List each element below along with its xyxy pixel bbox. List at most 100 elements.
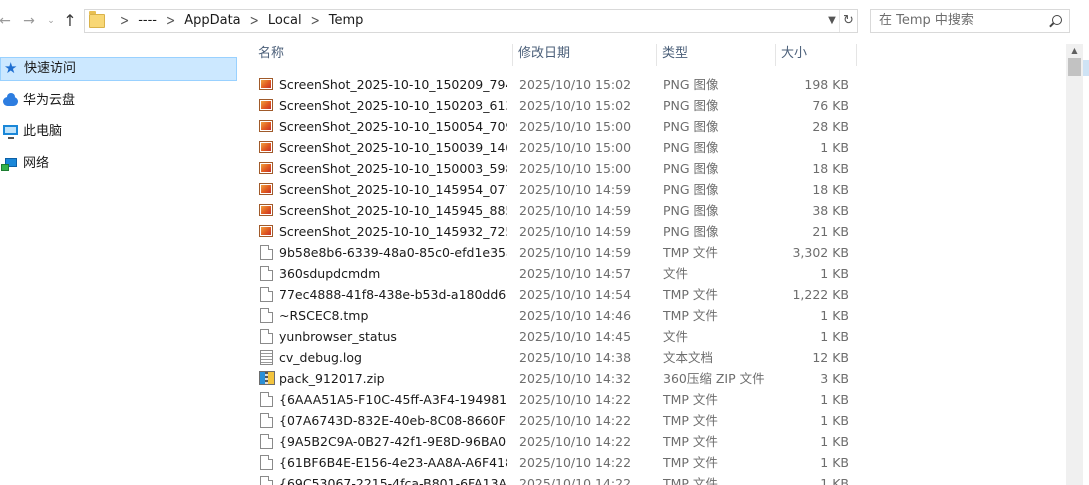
cloud-icon (3, 93, 18, 106)
breadcrumb-item[interactable]: Local (268, 10, 302, 32)
file-row[interactable]: ScreenShot_2025-10-10_145954_077.... 2025… (240, 179, 1066, 200)
file-name: 77ec4888-41f8-438e-b53d-a180dd67... (279, 287, 507, 302)
recent-locations-chevron-icon[interactable]: ⌄ (42, 10, 60, 32)
file-name: ScreenShot_2025-10-10_145932_725.... (279, 224, 507, 239)
column-header-size[interactable]: 大小 (776, 44, 857, 66)
file-name: ScreenShot_2025-10-10_150203_613.... (279, 98, 507, 113)
nav-item-this-pc[interactable]: 此电脑 (0, 120, 237, 144)
file-type: PNG 图像 (663, 119, 719, 134)
nav-item-network[interactable]: 网络 (0, 152, 237, 176)
chevron-right-icon[interactable]: > (166, 7, 175, 36)
breadcrumb-item[interactable]: ---- (138, 10, 157, 32)
file-modified-date: 2025/10/10 14:54 (519, 287, 632, 302)
file-row[interactable]: {07A6743D-832E-40eb-8C08-8660FE... 2025/1… (240, 410, 1066, 431)
file-icon (260, 266, 273, 281)
file-row[interactable]: ScreenShot_2025-10-10_145945_885.... 2025… (240, 200, 1066, 221)
file-row[interactable]: 360sdupdcmdm 2025/10/10 14:57 文件 1 KB (240, 263, 1066, 284)
text-document-icon (260, 350, 273, 365)
file-row[interactable]: {69C53067-2215-4fca-B801-6FA13AE... 2025/… (240, 473, 1066, 485)
column-header-type[interactable]: 类型 (657, 44, 776, 66)
file-row[interactable]: ScreenShot_2025-10-10_145932_725.... 2025… (240, 221, 1066, 242)
refresh-icon[interactable]: ↻ (839, 10, 857, 32)
up-arrow-icon[interactable]: ↑ (61, 10, 79, 32)
file-row[interactable]: pack_912017.zip 2025/10/10 14:32 360压缩 ZIP… (240, 368, 1066, 389)
file-row[interactable]: cv_debug.log 2025/10/10 14:38 文本文档 12 KB (240, 347, 1066, 368)
file-size: 1 KB (820, 329, 849, 344)
chevron-right-icon[interactable]: > (250, 7, 259, 36)
file-icon (260, 434, 273, 449)
file-name: cv_debug.log (279, 350, 362, 365)
file-row[interactable]: 9b58e8b6-6339-48a0-85c0-efd1e35a... 2025/… (240, 242, 1066, 263)
column-header-date[interactable]: 修改日期 (513, 44, 657, 66)
file-row[interactable]: {61BF6B4E-E156-4e23-AA8A-A6F4182... 2025/… (240, 452, 1066, 473)
chevron-right-icon[interactable]: > (311, 7, 320, 36)
window-edge-highlight (1083, 60, 1089, 76)
file-name: ScreenShot_2025-10-10_145954_077.... (279, 182, 507, 197)
vertical-scrollbar[interactable]: ▲ (1066, 44, 1083, 485)
nav-item-quick-access[interactable]: ★ 快速访问 (0, 57, 237, 81)
file-type: PNG 图像 (663, 98, 719, 113)
scrollbar-thumb[interactable] (1068, 58, 1081, 76)
column-header-name[interactable]: 名称 (253, 44, 513, 66)
file-size: 3,302 KB (792, 245, 849, 260)
breadcrumb-item[interactable]: Temp (329, 10, 364, 32)
file-name: ScreenShot_2025-10-10_150039_140.... (279, 140, 507, 155)
address-toolbar: ← → ⌄ ↑ > ---- > AppData > Local > Temp ▼ ↻ 在 T… (0, 0, 1089, 44)
file-name: {9A5B2C9A-0B27-42f1-9E8D-96BA0B... (279, 434, 507, 449)
file-modified-date: 2025/10/10 14:59 (519, 245, 632, 260)
file-modified-date: 2025/10/10 14:22 (519, 434, 632, 449)
file-modified-date: 2025/10/10 14:57 (519, 266, 632, 281)
file-name: 360sdupdcmdm (279, 266, 381, 281)
file-row[interactable]: ScreenShot_2025-10-10_150209_794.... 2025… (240, 74, 1066, 95)
file-row[interactable]: yunbrowser_status 2025/10/10 14:45 文件 1 KB (240, 326, 1066, 347)
file-size: 1 KB (820, 455, 849, 470)
nav-item-label: 快速访问 (24, 61, 77, 76)
file-modified-date: 2025/10/10 15:00 (519, 161, 632, 176)
file-row[interactable]: {6AAA51A5-F10C-45ff-A3F4-194981B... 2025/… (240, 389, 1066, 410)
network-icon (1, 158, 17, 171)
address-bar[interactable]: > ---- > AppData > Local > Temp ▼ ↻ (84, 9, 858, 33)
forward-arrow-icon[interactable]: → (20, 10, 38, 32)
address-dropdown-icon[interactable]: ▼ (825, 10, 839, 32)
file-row[interactable]: {9A5B2C9A-0B27-42f1-9E8D-96BA0B... 2025/1… (240, 431, 1066, 452)
file-row[interactable]: ScreenShot_2025-10-10_150039_140.... 2025… (240, 137, 1066, 158)
file-modified-date: 2025/10/10 14:22 (519, 476, 632, 485)
file-row[interactable]: ScreenShot_2025-10-10_150203_613.... 2025… (240, 95, 1066, 116)
file-name: pack_912017.zip (279, 371, 385, 386)
nav-item-huawei-cloud[interactable]: 华为云盘 (0, 89, 237, 113)
file-type: 360压缩 ZIP 文件 (663, 371, 765, 386)
file-modified-date: 2025/10/10 15:02 (519, 77, 632, 92)
file-size: 38 KB (812, 203, 849, 218)
file-modified-date: 2025/10/10 15:02 (519, 98, 632, 113)
file-type: TMP 文件 (663, 392, 718, 407)
file-size: 3 KB (820, 371, 849, 386)
star-icon: ★ (4, 59, 18, 77)
file-size: 1 KB (820, 266, 849, 281)
file-type: PNG 图像 (663, 161, 719, 176)
file-row[interactable]: ~RSCEC8.tmp 2025/10/10 14:46 TMP 文件 1 KB (240, 305, 1066, 326)
png-image-icon (259, 162, 273, 174)
file-modified-date: 2025/10/10 14:46 (519, 308, 632, 323)
file-type: PNG 图像 (663, 182, 719, 197)
file-row[interactable]: ScreenShot_2025-10-10_150003_598.... 2025… (240, 158, 1066, 179)
search-icon[interactable] (1052, 15, 1062, 25)
png-image-icon (259, 120, 273, 132)
chevron-right-icon[interactable]: > (120, 7, 129, 36)
file-icon (260, 245, 273, 260)
file-name: {6AAA51A5-F10C-45ff-A3F4-194981B... (279, 392, 507, 407)
file-modified-date: 2025/10/10 14:22 (519, 455, 632, 470)
scroll-up-arrow-icon[interactable]: ▲ (1066, 44, 1083, 58)
file-size: 1 KB (820, 476, 849, 485)
file-row[interactable]: ScreenShot_2025-10-10_150054_709.... 2025… (240, 116, 1066, 137)
file-modified-date: 2025/10/10 14:38 (519, 350, 632, 365)
file-type: 文件 (663, 329, 689, 344)
png-image-icon (259, 225, 273, 237)
file-type: PNG 图像 (663, 77, 719, 92)
file-row[interactable]: 77ec4888-41f8-438e-b53d-a180dd67... 2025/… (240, 284, 1066, 305)
back-arrow-icon[interactable]: ← (0, 10, 14, 32)
png-image-icon (259, 141, 273, 153)
search-input[interactable]: 在 Temp 中搜索 (870, 9, 1070, 33)
breadcrumb-item[interactable]: AppData (184, 10, 240, 32)
file-type: TMP 文件 (663, 287, 718, 302)
file-modified-date: 2025/10/10 14:22 (519, 392, 632, 407)
